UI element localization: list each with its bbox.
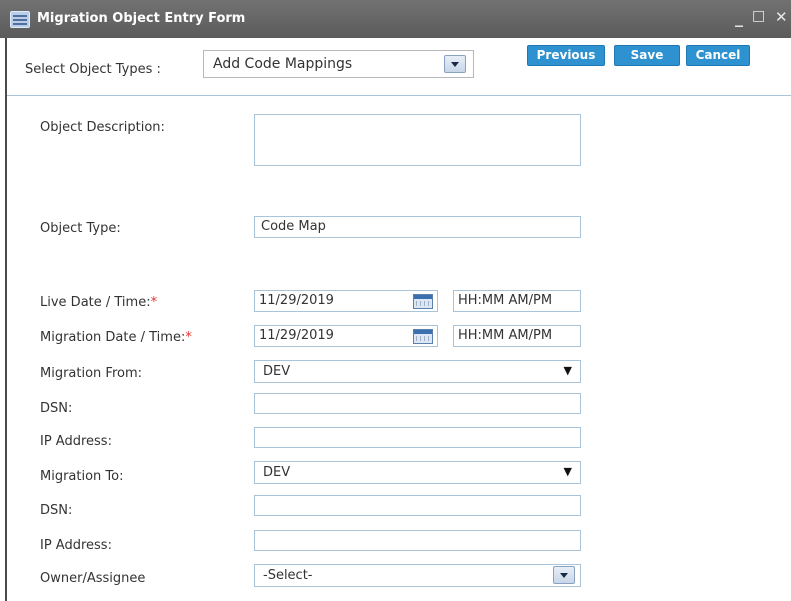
close-icon[interactable]: ✕ bbox=[775, 8, 788, 26]
save-button[interactable]: Save bbox=[614, 45, 680, 66]
dropdown-arrow-icon[interactable] bbox=[444, 55, 466, 73]
calendar-icon[interactable] bbox=[413, 294, 433, 309]
cancel-button[interactable]: Cancel bbox=[686, 45, 750, 66]
migration-to-select[interactable]: DEV ▼ bbox=[254, 461, 581, 484]
form-list-icon bbox=[10, 11, 30, 28]
object-types-value: Add Code Mappings bbox=[213, 56, 353, 72]
migration-to-label: Migration To: bbox=[40, 469, 124, 484]
dsn-to-label: DSN: bbox=[40, 503, 73, 518]
minimize-icon[interactable]: _ bbox=[735, 8, 743, 27]
select-object-types-label: Select Object Types : bbox=[25, 62, 161, 77]
owner-assignee-select[interactable]: -Select- bbox=[254, 564, 581, 587]
title-bar: Migration Object Entry Form _ □ ✕ bbox=[0, 0, 791, 38]
dsn-from-label: DSN: bbox=[40, 401, 73, 416]
migration-date-time-label: Migration Date / Time:* bbox=[40, 330, 192, 345]
migration-date-time-label-text: Migration Date / Time: bbox=[40, 330, 186, 345]
migration-from-value: DEV bbox=[263, 364, 291, 379]
window-title: Migration Object Entry Form bbox=[37, 11, 246, 26]
owner-assignee-label: Owner/Assignee bbox=[40, 571, 146, 586]
live-date-time-label-text: Live Date / Time: bbox=[40, 295, 151, 310]
owner-assignee-value: -Select- bbox=[263, 568, 313, 583]
live-date-input[interactable]: 11/29/2019 bbox=[254, 290, 438, 312]
object-description-label: Object Description: bbox=[40, 120, 165, 135]
dsn-from-input[interactable] bbox=[254, 393, 581, 414]
migration-from-select[interactable]: DEV ▼ bbox=[254, 360, 581, 383]
required-marker: * bbox=[185, 330, 192, 345]
ip-address-to-label: IP Address: bbox=[40, 538, 112, 553]
ip-address-from-label: IP Address: bbox=[40, 434, 112, 449]
live-date-value: 11/29/2019 bbox=[259, 293, 334, 308]
migration-time-input[interactable]: HH:MM AM/PM bbox=[453, 325, 581, 347]
object-type-label: Object Type: bbox=[40, 221, 121, 236]
calendar-icon[interactable] bbox=[413, 329, 433, 344]
chevron-down-icon: ▼ bbox=[563, 465, 572, 478]
previous-button[interactable]: Previous bbox=[527, 45, 605, 66]
maximize-icon[interactable]: □ bbox=[752, 8, 765, 24]
ip-address-from-input[interactable] bbox=[254, 427, 581, 448]
dropdown-arrow-icon[interactable] bbox=[553, 566, 575, 584]
migration-date-input[interactable]: 11/29/2019 bbox=[254, 325, 438, 347]
object-type-input[interactable]: Code Map bbox=[254, 216, 581, 238]
migration-date-value: 11/29/2019 bbox=[259, 328, 334, 343]
chevron-down-icon: ▼ bbox=[563, 364, 572, 377]
window-frame-left bbox=[5, 38, 7, 601]
live-date-time-label: Live Date / Time:* bbox=[40, 295, 157, 310]
object-type-header: Select Object Types : Add Code Mappings … bbox=[7, 38, 791, 96]
ip-address-to-input[interactable] bbox=[254, 530, 581, 551]
object-description-input[interactable] bbox=[254, 114, 581, 166]
required-marker: * bbox=[150, 295, 158, 310]
live-time-input[interactable]: HH:MM AM/PM bbox=[453, 290, 581, 312]
object-types-select[interactable]: Add Code Mappings bbox=[203, 50, 474, 78]
dsn-to-input[interactable] bbox=[254, 495, 581, 516]
migration-from-label: Migration From: bbox=[40, 366, 143, 381]
migration-to-value: DEV bbox=[263, 465, 291, 480]
